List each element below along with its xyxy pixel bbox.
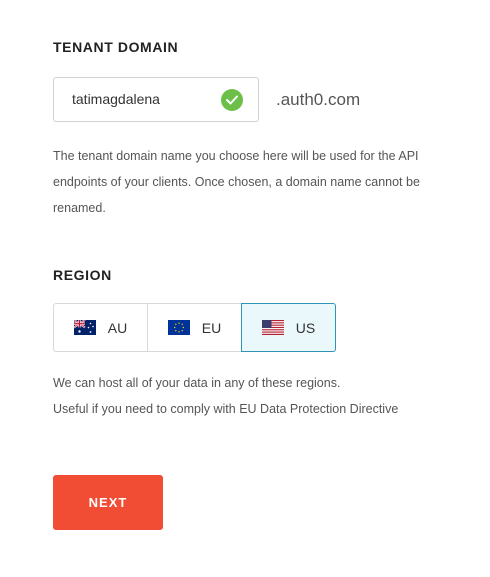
region-help: We can host all of your data in any of t… — [53, 370, 453, 422]
region-option-us[interactable]: US — [241, 303, 336, 352]
region-option-eu[interactable]: EU — [147, 303, 242, 352]
eu-flag-icon — [167, 320, 190, 335]
region-label-eu: EU — [201, 319, 222, 336]
next-button[interactable]: NEXT — [53, 475, 163, 530]
region-option-au[interactable]: AU — [53, 303, 148, 352]
tenant-domain-field[interactable] — [53, 77, 259, 122]
us-flag-icon — [261, 320, 284, 335]
tenant-domain-title: TENANT DOMAIN — [53, 39, 179, 55]
region-help-line-1: We can host all of your data in any of t… — [53, 376, 341, 390]
domain-suffix: .auth0.com — [276, 90, 361, 109]
region-help-line-2: Useful if you need to comply with EU Dat… — [53, 402, 399, 416]
tenant-domain-input[interactable] — [72, 91, 222, 107]
check-circle-icon — [221, 89, 243, 111]
region-selector: AU EU US — [53, 303, 336, 352]
region-label-us: US — [295, 319, 316, 336]
australia-flag-icon — [73, 320, 96, 335]
region-title: REGION — [53, 267, 112, 283]
region-label-au: AU — [107, 319, 128, 336]
tenant-domain-help: The tenant domain name you choose here w… — [53, 149, 420, 215]
